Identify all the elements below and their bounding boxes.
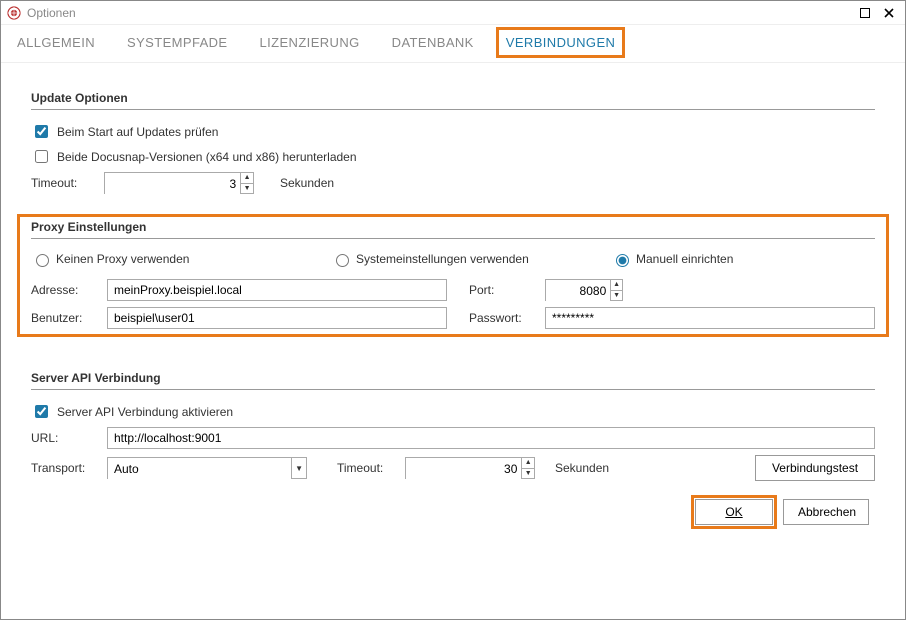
update-timeout-input[interactable]: [105, 173, 240, 195]
proxy-user-input[interactable]: [107, 307, 447, 329]
tab-verbindungen-label: VERBINDUNGEN: [506, 35, 616, 50]
api-activate-checkbox[interactable]: [35, 405, 48, 418]
tab-allgemein[interactable]: ALLGEMEIN: [13, 29, 99, 56]
tab-verbindungen[interactable]: VERBINDUNGEN: [502, 29, 620, 56]
proxy-system-radio[interactable]: [336, 254, 349, 267]
api-transport-label: Transport:: [31, 461, 99, 475]
api-seconds-label: Sekunden: [555, 461, 609, 475]
proxy-address-label: Adresse:: [31, 283, 99, 297]
api-timeout-label: Timeout:: [337, 461, 397, 475]
proxy-section-title: Proxy Einstellungen: [31, 220, 875, 239]
proxy-password-input[interactable]: [545, 307, 875, 329]
proxy-user-label: Benutzer:: [31, 311, 99, 325]
update-timeout-up[interactable]: ▲: [241, 173, 253, 184]
api-url-input[interactable]: [107, 427, 875, 449]
proxy-port-spinner[interactable]: ▲ ▼: [545, 279, 623, 301]
window-title: Optionen: [27, 6, 76, 20]
proxy-system-label: Systemeinstellungen verwenden: [356, 252, 529, 266]
check-updates-on-start-label: Beim Start auf Updates prüfen: [57, 125, 218, 139]
proxy-address-input[interactable]: [107, 279, 447, 301]
ok-button-label: OK: [725, 505, 742, 519]
api-transport-dropdown-icon[interactable]: ▼: [291, 458, 306, 478]
api-timeout-down[interactable]: ▼: [522, 469, 534, 479]
proxy-port-down[interactable]: ▼: [611, 291, 622, 301]
maximize-button[interactable]: [855, 4, 875, 22]
update-seconds-label: Sekunden: [280, 176, 334, 190]
api-timeout-spinner[interactable]: ▲ ▼: [405, 457, 535, 479]
api-timeout-up[interactable]: ▲: [522, 458, 534, 469]
close-button[interactable]: [879, 4, 899, 22]
tab-datenbank[interactable]: DATENBANK: [388, 29, 478, 56]
update-timeout-down[interactable]: ▼: [241, 184, 253, 194]
cancel-button[interactable]: Abbrechen: [783, 499, 869, 525]
titlebar: Optionen: [1, 1, 905, 25]
api-activate-label: Server API Verbindung aktivieren: [57, 405, 233, 419]
api-timeout-input[interactable]: [406, 458, 521, 480]
app-icon: [7, 6, 21, 20]
tab-lizenzierung[interactable]: LIZENZIERUNG: [256, 29, 364, 56]
proxy-none-label: Keinen Proxy verwenden: [56, 252, 189, 266]
proxy-port-label: Port:: [469, 283, 537, 297]
update-timeout-label: Timeout:: [31, 176, 96, 190]
update-timeout-spinner[interactable]: ▲ ▼: [104, 172, 254, 194]
download-both-versions-label: Beide Docusnap-Versionen (x64 und x86) h…: [57, 150, 357, 164]
update-section-title: Update Optionen: [31, 91, 875, 110]
check-updates-on-start[interactable]: [35, 125, 48, 138]
api-transport-input[interactable]: [108, 458, 291, 480]
proxy-password-label: Passwort:: [469, 311, 537, 325]
proxy-manual-radio[interactable]: [616, 254, 629, 267]
api-url-label: URL:: [31, 431, 99, 445]
content: Update Optionen Beim Start auf Updates p…: [1, 63, 905, 535]
download-both-versions[interactable]: [35, 150, 48, 163]
tabs-bar: ALLGEMEIN SYSTEMPFADE LIZENZIERUNG DATEN…: [1, 25, 905, 63]
proxy-port-up[interactable]: ▲: [611, 280, 622, 291]
api-section-title: Server API Verbindung: [31, 371, 875, 390]
connection-test-button[interactable]: Verbindungstest: [755, 455, 875, 481]
ok-button[interactable]: OK: [695, 499, 773, 525]
proxy-port-input[interactable]: [546, 280, 610, 302]
api-transport-combo[interactable]: ▼: [107, 457, 307, 479]
tab-systempfade[interactable]: SYSTEMPFADE: [123, 29, 231, 56]
proxy-manual-label: Manuell einrichten: [636, 252, 733, 266]
proxy-none-radio[interactable]: [36, 254, 49, 267]
